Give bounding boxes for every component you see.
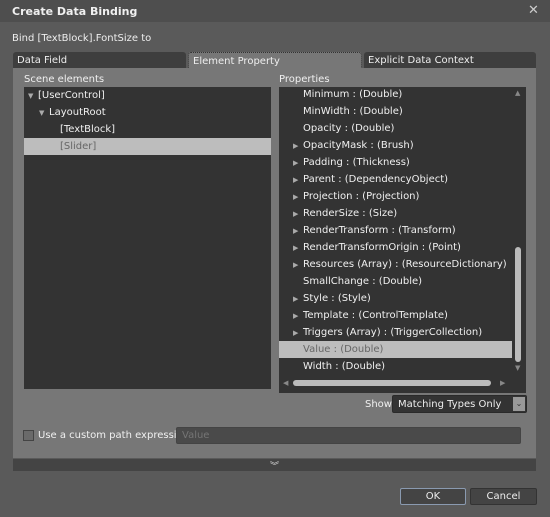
scroll-down-icon[interactable]: ▼ bbox=[515, 364, 520, 372]
property-item-label: MinWidth : (Double) bbox=[303, 106, 403, 117]
ok-button[interactable]: OK bbox=[400, 488, 466, 505]
expanded-triangle-icon[interactable]: ▼ bbox=[39, 105, 49, 122]
property-item-label: Value : (Double) bbox=[303, 344, 384, 355]
scroll-up-icon[interactable]: ▲ bbox=[515, 89, 520, 97]
property-item-label: Opacity : (Double) bbox=[303, 123, 395, 134]
collapsed-triangle-icon[interactable]: ▶ bbox=[293, 155, 303, 172]
scroll-left-icon[interactable]: ◀ bbox=[283, 379, 288, 387]
property-item-label: Triggers (Array) : (TriggerCollection) bbox=[303, 327, 483, 338]
property-item-label: SmallChange : (Double) bbox=[303, 276, 423, 287]
expand-chevron-icon[interactable]: ︾ bbox=[13, 459, 536, 472]
property-item[interactable]: ▶ Triggers (Array) : (TriggerCollection) bbox=[279, 324, 512, 341]
tree-item-label: LayoutRoot bbox=[49, 107, 106, 118]
property-item[interactable]: MinWidth : (Double) bbox=[279, 103, 512, 120]
property-item-label: RenderTransform : (Transform) bbox=[303, 225, 456, 236]
property-item[interactable]: ▶ Resources (Array) : (ResourceDictionary… bbox=[279, 256, 512, 273]
property-item[interactable]: ▶ Padding : (Thickness) bbox=[279, 154, 512, 171]
tab-element-property[interactable]: Element Property bbox=[188, 52, 362, 69]
property-item-label: RenderSize : (Size) bbox=[303, 208, 398, 219]
chevron-down-icon[interactable]: ⌄ bbox=[513, 397, 525, 411]
property-item[interactable]: ▶ RenderTransformOrigin : (Point) bbox=[279, 239, 512, 256]
collapsed-triangle-icon[interactable]: ▶ bbox=[293, 325, 303, 342]
custom-path-checkbox[interactable] bbox=[23, 430, 34, 441]
property-item-label: Projection : (Projection) bbox=[303, 191, 420, 202]
property-item[interactable]: ▶ OpacityMask : (Brush) bbox=[279, 137, 512, 154]
show-dropdown[interactable]: Matching Types Only ⌄ bbox=[392, 395, 527, 413]
custom-path-label: Use a custom path expression bbox=[38, 430, 190, 441]
cancel-button[interactable]: Cancel bbox=[470, 488, 537, 505]
collapsed-triangle-icon[interactable]: ▶ bbox=[293, 206, 303, 223]
property-item-label: Padding : (Thickness) bbox=[303, 157, 410, 168]
collapsed-triangle-icon[interactable]: ▶ bbox=[293, 308, 303, 325]
horizontal-scroll-thumb[interactable] bbox=[293, 380, 491, 386]
property-item[interactable]: ▶ RenderTransform : (Transform) bbox=[279, 222, 512, 239]
vertical-scroll-thumb[interactable] bbox=[515, 247, 521, 362]
collapsed-triangle-icon[interactable]: ▶ bbox=[293, 257, 303, 274]
vertical-scrollbar[interactable]: ▲ ▼ bbox=[512, 87, 525, 374]
expanded-triangle-icon[interactable]: ▼ bbox=[28, 88, 38, 105]
property-item[interactable]: ▶ Parent : (DependencyObject) bbox=[279, 171, 512, 188]
properties-label: Properties bbox=[279, 74, 330, 85]
property-item[interactable]: ▶ Style : (Style) bbox=[279, 290, 512, 307]
scroll-right-icon[interactable]: ▶ bbox=[500, 379, 505, 387]
tree-item[interactable]: [TextBlock] bbox=[24, 121, 271, 138]
tab-data-field[interactable]: Data Field bbox=[13, 52, 186, 69]
property-item-label: Style : (Style) bbox=[303, 293, 371, 304]
tree-item[interactable]: [Slider] bbox=[24, 138, 271, 155]
property-item-label: OpacityMask : (Brush) bbox=[303, 140, 414, 151]
property-item-label: Template : (ControlTemplate) bbox=[303, 310, 448, 321]
property-item[interactable]: SmallChange : (Double) bbox=[279, 273, 512, 290]
collapsed-triangle-icon[interactable]: ▶ bbox=[293, 240, 303, 257]
property-item-label: Minimum : (Double) bbox=[303, 89, 403, 100]
close-icon[interactable]: ✕ bbox=[528, 3, 539, 18]
property-item[interactable]: Opacity : (Double) bbox=[279, 120, 512, 137]
property-item[interactable]: Width : (Double) bbox=[279, 358, 512, 375]
tree-item[interactable]: ▼ LayoutRoot bbox=[24, 104, 271, 121]
bind-label: Bind [TextBlock].FontSize to bbox=[12, 33, 152, 44]
collapsed-triangle-icon[interactable]: ▶ bbox=[293, 223, 303, 240]
property-item[interactable]: Minimum : (Double) bbox=[279, 87, 512, 103]
property-item[interactable]: ▶ Template : (ControlTemplate) bbox=[279, 307, 512, 324]
horizontal-scrollbar[interactable]: ◀ ▶ bbox=[279, 374, 512, 393]
scene-elements-label: Scene elements bbox=[24, 74, 105, 85]
tab-panel: Scene elements ▼ [UserControl] ▼ LayoutRoot… bbox=[13, 68, 536, 458]
property-item-label: Parent : (DependencyObject) bbox=[303, 174, 449, 185]
tab-explicit-data-context[interactable]: Explicit Data Context bbox=[364, 52, 536, 69]
collapsed-triangle-icon[interactable]: ▶ bbox=[293, 172, 303, 189]
collapsed-triangle-icon[interactable]: ▶ bbox=[293, 291, 303, 308]
property-item-label: Width : (Double) bbox=[303, 361, 386, 372]
property-item-label: RenderTransformOrigin : (Point) bbox=[303, 242, 461, 253]
collapsed-triangle-icon[interactable]: ▶ bbox=[293, 189, 303, 206]
property-item-label: Resources (Array) : (ResourceDictionary) bbox=[303, 259, 507, 270]
tree-item-label: [UserControl] bbox=[38, 90, 105, 101]
tree-item-label: [Slider] bbox=[60, 141, 97, 152]
tree-item[interactable]: ▼ [UserControl] bbox=[24, 87, 271, 104]
tree-item-label: [TextBlock] bbox=[60, 124, 116, 135]
custom-path-input[interactable] bbox=[176, 427, 521, 444]
collapsed-triangle-icon[interactable]: ▶ bbox=[293, 138, 303, 155]
scene-elements-tree[interactable]: ▼ [UserControl] ▼ LayoutRoot [TextBlock] [Sli… bbox=[24, 87, 271, 389]
properties-list[interactable]: Width : (Double) Value : (Double) ▶ Trigger… bbox=[279, 87, 526, 393]
property-item[interactable]: ▶ Projection : (Projection) bbox=[279, 188, 512, 205]
property-item[interactable]: ▶ RenderSize : (Size) bbox=[279, 205, 512, 222]
show-label: Show bbox=[365, 399, 392, 410]
property-item[interactable]: Value : (Double) bbox=[279, 341, 512, 358]
show-dropdown-value: Matching Types Only bbox=[398, 399, 502, 410]
window-title: Create Data Binding bbox=[12, 5, 138, 18]
